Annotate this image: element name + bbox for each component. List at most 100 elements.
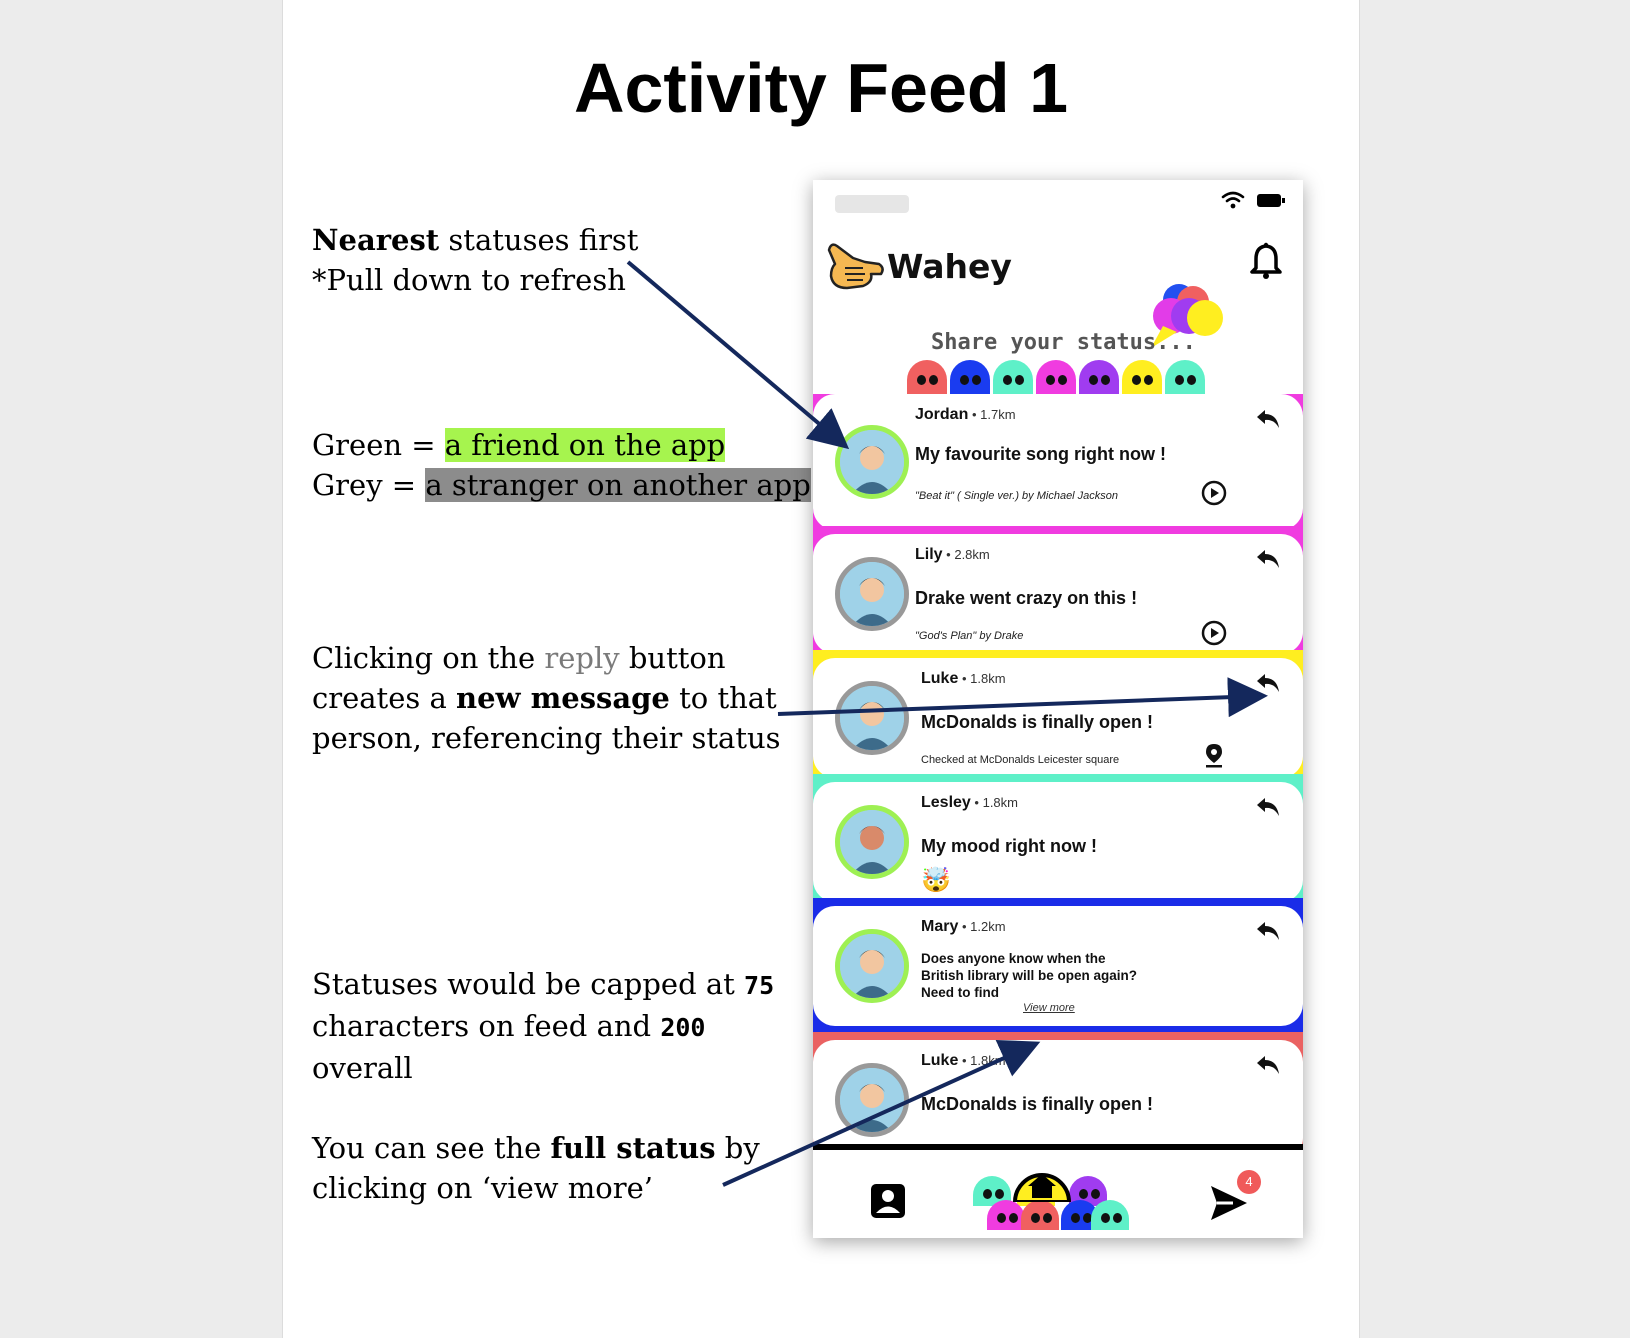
status-distance: 1.8km xyxy=(970,671,1006,686)
page-title: Activity Feed 1 xyxy=(573,49,1069,127)
status-bar-icons xyxy=(1221,190,1285,210)
bell-icon xyxy=(1250,242,1282,279)
note-text: statuses first xyxy=(439,223,639,257)
status-author[interactable]: Jordan xyxy=(915,406,968,423)
avatar[interactable] xyxy=(835,425,909,499)
note-text: person, referencing their status xyxy=(312,721,781,755)
avatar[interactable] xyxy=(835,681,909,755)
note-text: button xyxy=(619,641,726,675)
avatar[interactable] xyxy=(835,929,909,1003)
reply-button[interactable] xyxy=(1255,548,1281,575)
status-color-blob[interactable] xyxy=(993,360,1033,394)
avatar[interactable] xyxy=(835,805,909,879)
status-card[interactable]: Luke • 1.8km McDonalds is finally open ! C… xyxy=(813,658,1303,778)
hand-logo-icon xyxy=(827,243,884,290)
status-text-line: Need to find xyxy=(921,985,999,1000)
bottom-nav: 4 xyxy=(813,1144,1303,1238)
status-card[interactable]: Lily • 2.8km Drake went crazy on this ! "G… xyxy=(813,534,1303,654)
note-text: Statuses would be capped at xyxy=(312,967,745,1001)
status-text: McDonalds is finally open ! xyxy=(921,712,1154,732)
note-nearest: Nearest statuses first *Pull down to ref… xyxy=(312,220,638,300)
status-color-blob[interactable] xyxy=(1122,360,1162,394)
status-author[interactable]: Luke xyxy=(921,1052,958,1069)
meta-separator: • xyxy=(942,547,955,562)
note-text: characters on feed and xyxy=(312,1009,661,1043)
reply-button[interactable] xyxy=(1255,920,1281,947)
avatar-image xyxy=(840,430,904,494)
status-author[interactable]: Lily xyxy=(915,546,943,563)
app-logo[interactable]: Wahey xyxy=(823,238,1012,294)
location-button[interactable] xyxy=(1203,742,1225,773)
avatar-image xyxy=(840,934,904,998)
status-card[interactable]: Luke • 1.8km McDonalds is finally open ! xyxy=(813,1040,1303,1144)
status-meta: Lesley • 1.8km xyxy=(921,794,1018,812)
note-text: by xyxy=(715,1131,760,1165)
status-color-picker[interactable] xyxy=(907,360,1208,394)
status-author[interactable]: Mary xyxy=(921,918,958,935)
battery-icon xyxy=(1257,193,1285,207)
share-status-prompt[interactable]: Share your status... xyxy=(931,330,1196,355)
view-more-link[interactable]: View more xyxy=(1023,1002,1075,1014)
note-text: overall xyxy=(312,1051,413,1085)
status-distance: 1.8km xyxy=(982,795,1018,810)
status-color-blob[interactable] xyxy=(1079,360,1119,394)
status-author[interactable]: Lesley xyxy=(921,794,971,811)
status-text: My favourite song right now ! xyxy=(915,444,1166,464)
status-card[interactable]: Jordan • 1.7km My favourite song right no… xyxy=(813,394,1303,530)
status-subtext: "Beat it" ( Single ver.) by Michael Jack… xyxy=(915,490,1119,502)
play-button[interactable] xyxy=(1201,620,1227,651)
avatar[interactable] xyxy=(835,557,909,631)
legend-label: Grey = xyxy=(312,468,426,502)
status-color-blob[interactable] xyxy=(950,360,990,394)
arrow-to-jordan-avatar xyxy=(626,260,850,450)
meta-separator: • xyxy=(958,919,971,934)
avatar-image xyxy=(840,686,904,750)
note-text: Clicking on the xyxy=(312,641,545,675)
notifications-button[interactable] xyxy=(1249,242,1283,285)
reply-button[interactable] xyxy=(1255,796,1281,823)
reply-icon xyxy=(1257,410,1279,428)
note-number: 200 xyxy=(660,1013,706,1042)
profile-icon[interactable] xyxy=(869,1182,907,1220)
note-reply-word: reply xyxy=(544,641,620,675)
activity-feed[interactable]: Jordan • 1.7km My favourite song right no… xyxy=(813,394,1303,1144)
status-distance: 1.7km xyxy=(980,407,1016,422)
avatar[interactable] xyxy=(835,1063,909,1137)
status-bar-time-placeholder xyxy=(835,195,909,213)
note-bold: full status xyxy=(550,1131,716,1165)
status-subtext: Checked at McDonalds Leicester square xyxy=(921,754,1120,766)
wifi-icon xyxy=(1221,191,1245,209)
status-subtext: "God's Plan" by Drake xyxy=(915,630,1024,642)
document-page: Activity Feed 1 Nearest statuses first *… xyxy=(282,0,1360,1338)
legend-grey: a stranger on another app xyxy=(425,468,811,502)
nav-color-blob xyxy=(1021,1200,1059,1230)
avatar-image xyxy=(840,1068,904,1132)
reply-button[interactable] xyxy=(1255,1054,1281,1081)
home-icon xyxy=(1012,1173,1072,1202)
note-text: You can see the xyxy=(312,1131,551,1165)
status-text-line: British library will be open again? xyxy=(921,968,1138,983)
note-cap: Statuses would be capped at 75 character… xyxy=(312,964,774,1088)
status-meta: Lily • 2.8km xyxy=(915,546,990,564)
status-card[interactable]: Lesley • 1.8km My mood right now ! 🤯 xyxy=(813,782,1303,902)
status-subtext: 🤯 xyxy=(921,867,951,894)
reply-button[interactable] xyxy=(1255,672,1281,699)
avatar-image xyxy=(840,810,904,874)
location-pin-icon xyxy=(1206,744,1222,768)
status-color-blob[interactable] xyxy=(1165,360,1205,394)
legend-green: a friend on the app xyxy=(444,428,726,462)
status-meta: Luke • 1.8km xyxy=(921,670,1006,688)
reply-button[interactable] xyxy=(1255,408,1281,435)
status-meta: Jordan • 1.7km xyxy=(915,406,1016,424)
status-text: My mood right now ! xyxy=(921,836,1097,856)
status-card[interactable]: Mary • 1.2km Does anyone know when the Bri… xyxy=(813,906,1303,1026)
status-author[interactable]: Luke xyxy=(921,670,958,687)
status-color-blob[interactable] xyxy=(1036,360,1076,394)
notification-badge: 4 xyxy=(1237,1170,1261,1194)
nav-color-blob xyxy=(1091,1200,1129,1230)
note-text: clicking on ‘view more’ xyxy=(312,1171,653,1205)
note-legend: Green = a friend on the app Grey = a str… xyxy=(312,425,811,505)
note-view-more: You can see the full status by clicking … xyxy=(312,1128,760,1208)
play-button[interactable] xyxy=(1201,480,1227,511)
status-color-blob[interactable] xyxy=(907,360,947,394)
